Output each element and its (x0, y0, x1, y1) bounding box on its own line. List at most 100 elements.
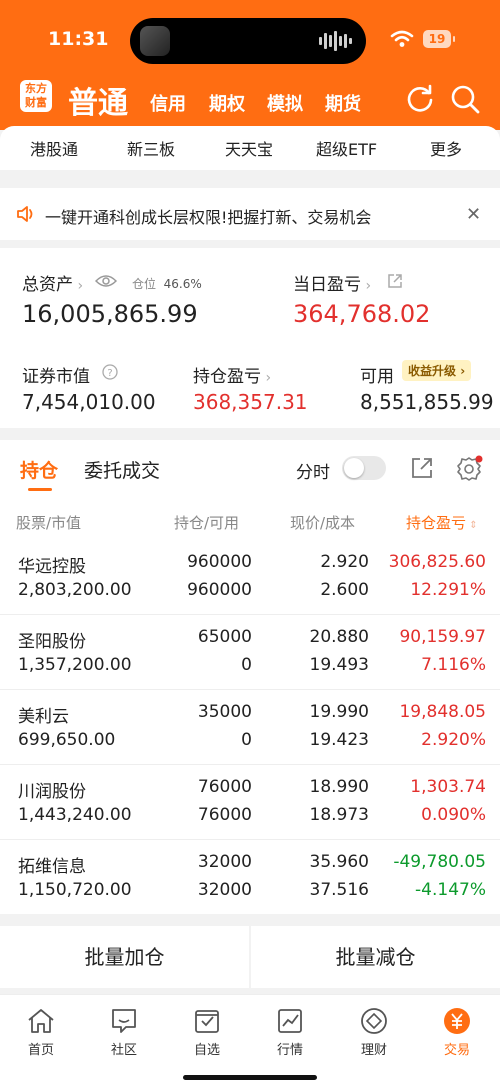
tab-simulation[interactable]: 模拟 (267, 90, 303, 116)
nav-watchlist[interactable]: 自选 (177, 1007, 237, 1058)
cost-cell: 18.973 (309, 805, 369, 825)
upgrade-badge[interactable]: 收益升级 › (402, 360, 472, 381)
market-value-cell: 1,150,720.00 (18, 880, 132, 900)
quick-more[interactable]: 更多 (430, 136, 462, 160)
nav-home[interactable]: 首页 (11, 1007, 71, 1058)
eye-icon[interactable] (95, 273, 117, 289)
table-row[interactable]: 美利云 699,650.00 35000 0 19.990 19.423 19,848.05… (0, 690, 500, 765)
pl-cell: -49,780.05 (393, 852, 486, 872)
pl-percent-cell: 2.920% (421, 730, 486, 750)
table-row[interactable]: 川润股份 1,443,240.00 76000 76000 18.990 18.973 1,… (0, 765, 500, 840)
close-icon[interactable]: ✕ (466, 204, 481, 225)
tab-credit[interactable]: 信用 (150, 90, 186, 116)
speaker-icon (17, 206, 33, 222)
cost-cell: 19.423 (309, 730, 369, 750)
dynamic-island[interactable] (130, 18, 366, 64)
app-logo: 东方财富 (20, 80, 52, 112)
pl-percent-cell: -4.147% (415, 880, 486, 900)
stock-name: 华远控股 (18, 557, 86, 577)
quick-neeq[interactable]: 新三板 (127, 136, 175, 160)
col-pl[interactable]: 持仓盈亏 ⇕ (406, 512, 478, 533)
settings-icon[interactable] (455, 455, 483, 483)
col-price: 现价/成本 (290, 514, 356, 532)
chat-icon (112, 1009, 136, 1033)
cost-cell: 37.516 (309, 880, 369, 900)
quick-tiantianbao[interactable]: 天天宝 (225, 136, 273, 160)
price-cell: 20.880 (309, 627, 369, 647)
quantity-cell: 960000 (187, 552, 252, 572)
price-cell: 19.990 (309, 702, 369, 722)
available-qty-cell: 0 (241, 655, 252, 675)
battery-indicator: 19 (423, 30, 455, 48)
pl-cell: 90,159.97 (399, 627, 486, 647)
quantity-cell: 32000 (197, 852, 252, 872)
refresh-icon[interactable] (405, 84, 435, 114)
pl-cell: 1,303.74 (410, 777, 486, 797)
tab-underline (28, 488, 52, 491)
table-row[interactable]: 拓维信息 1,150,720.00 32000 32000 35.960 37.516 -4… (0, 840, 500, 915)
timeshare-label: 分时 (296, 463, 330, 483)
daily-pl-value: 364,768.02 (293, 300, 431, 328)
quantity-cell: 76000 (197, 777, 252, 797)
market-value: 7,454,010.00 (22, 390, 156, 414)
stock-name: 圣阳股份 (18, 632, 86, 652)
col-stock: 股票/市值 (16, 514, 82, 532)
nav-community[interactable]: 社区 (94, 1007, 154, 1058)
table-row[interactable]: 华远控股 2,803,200.00 960000 960000 2.920 2.600 30… (0, 540, 500, 615)
batch-reduce-button[interactable]: 批量减仓 (251, 926, 500, 988)
help-icon[interactable]: ? (102, 364, 118, 380)
quantity-cell: 65000 (197, 627, 252, 647)
checklist-icon (195, 1010, 219, 1033)
tab-futures[interactable]: 期货 (325, 90, 361, 116)
pl-cell: 306,825.60 (388, 552, 486, 572)
batch-add-button[interactable]: 批量加仓 (0, 926, 249, 988)
tab-options[interactable]: 期权 (209, 90, 245, 116)
price-cell: 2.920 (320, 552, 369, 572)
available-qty-cell: 32000 (197, 880, 252, 900)
pl-percent-cell: 7.116% (421, 655, 486, 675)
cost-cell: 2.600 (320, 580, 369, 600)
market-value-cell: 1,357,200.00 (18, 655, 132, 675)
tab-orders[interactable]: 委托成交 (84, 456, 160, 483)
tab-holdings[interactable]: 持仓 (20, 456, 58, 483)
holding-pl-value: 368,357.31 (193, 390, 308, 414)
asset-summary: 总资产 › 仓位 46.6% 16,005,865.99 当日盈亏 › 364,… (0, 248, 500, 428)
notice-bar[interactable]: 一键开通科创成长层权限!把握打新、交易机会 ✕ (0, 188, 500, 240)
external-link-icon[interactable] (410, 456, 434, 480)
daily-pl-label[interactable]: 当日盈亏 › (293, 270, 371, 295)
nav-wealth[interactable]: 理财 (344, 1007, 404, 1058)
media-thumbnail (140, 26, 170, 56)
home-icon (28, 1009, 54, 1033)
nav-market[interactable]: 行情 (260, 1007, 320, 1058)
position-ratio: 仓位 46.6% (132, 277, 202, 291)
audio-wave-icon (319, 30, 352, 52)
share-icon[interactable] (387, 273, 403, 289)
total-assets-label[interactable]: 总资产 › (22, 270, 83, 295)
pl-percent-cell: 12.291% (410, 580, 486, 600)
available-qty-cell: 76000 (197, 805, 252, 825)
yuan-icon (444, 1008, 470, 1034)
quick-hk-connect[interactable]: 港股通 (30, 136, 78, 160)
stock-name: 拓维信息 (18, 857, 86, 877)
stock-name: 川润股份 (18, 782, 86, 802)
diamond-icon (361, 1008, 387, 1034)
quick-super-etf[interactable]: 超级ETF (316, 136, 377, 160)
tab-normal[interactable]: 普通 (68, 78, 128, 122)
available-qty-cell: 0 (241, 730, 252, 750)
search-icon[interactable] (450, 84, 480, 114)
positions-panel: 持仓 委托成交 分时 股票/市值 持仓/可用 现价/成本 持仓盈亏 ⇕ 华远控股… (0, 440, 500, 914)
pl-cell: 19,848.05 (399, 702, 486, 722)
chart-icon (278, 1009, 302, 1033)
timeshare-toggle[interactable] (342, 456, 386, 480)
status-time: 11:31 (48, 28, 109, 50)
quick-links-bar: 港股通 新三板 天天宝 超级ETF 更多 (0, 126, 500, 170)
holding-pl-label[interactable]: 持仓盈亏 › (193, 362, 271, 387)
pl-percent-cell: 0.090% (421, 805, 486, 825)
svg-text:?: ? (107, 368, 112, 379)
nav-trade[interactable]: 交易 (427, 1007, 487, 1058)
table-row[interactable]: 圣阳股份 1,357,200.00 65000 0 20.880 19.493 90,159… (0, 615, 500, 690)
stock-name: 美利云 (18, 707, 69, 727)
quantity-cell: 35000 (197, 702, 252, 722)
price-cell: 35.960 (309, 852, 369, 872)
available-value: 8,551,855.99 (360, 390, 494, 414)
